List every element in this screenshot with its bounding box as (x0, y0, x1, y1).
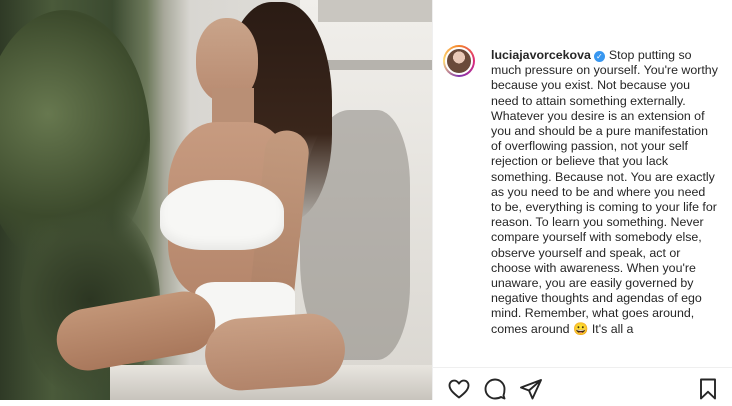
username-link[interactable]: luciajavorcekova (491, 48, 591, 62)
paper-plane-icon[interactable] (519, 377, 543, 401)
bikini-top (160, 180, 284, 250)
avatar[interactable] (443, 45, 475, 77)
avatar-image (445, 47, 473, 75)
action-bar (447, 377, 543, 401)
comment-icon[interactable] (483, 377, 507, 401)
post-photo[interactable] (0, 0, 432, 400)
post-caption: luciajavorcekova ✓ Stop putting so much pr… (491, 48, 719, 337)
wall-top (318, 0, 432, 22)
post-side-panel: luciajavorcekova ✓ Stop putting so much pr… (432, 0, 732, 400)
caption-area: luciajavorcekova ✓ Stop putting so much pr… (443, 40, 728, 366)
bookmark-icon[interactable] (696, 377, 720, 401)
verified-badge-icon: ✓ (593, 51, 605, 62)
heart-icon[interactable] (447, 377, 471, 401)
leg (202, 311, 348, 393)
rail (322, 60, 432, 70)
caption-text: Stop putting so much pressure on yoursel… (491, 48, 718, 336)
divider (433, 367, 732, 368)
